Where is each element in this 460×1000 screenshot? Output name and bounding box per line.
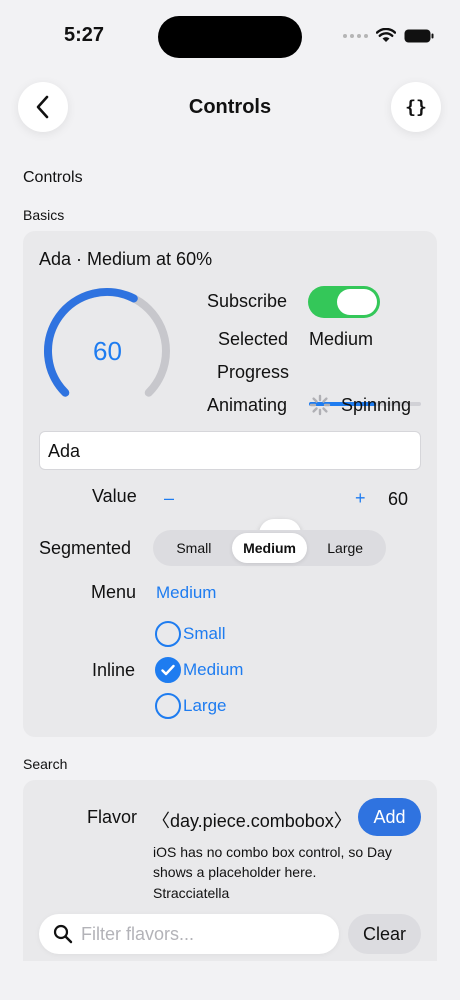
slider-minus-button[interactable]: –	[164, 488, 174, 509]
status-time: 5:27	[64, 24, 105, 46]
toggle-knob	[337, 289, 377, 315]
code-button[interactable]: {}	[391, 82, 441, 132]
inline-option-label: Small	[183, 624, 226, 643]
filter-placeholder: Filter flavors...	[81, 923, 195, 944]
subscribe-label: Subscribe	[207, 291, 288, 311]
segmented-label: Segmented	[39, 538, 132, 558]
menu-label: Menu	[91, 582, 137, 602]
animating-value: Spinning	[341, 395, 412, 415]
wifi-icon	[376, 28, 396, 42]
spinner-icon	[309, 394, 331, 416]
checkmark-circle-icon	[155, 657, 181, 683]
radio-unchecked-icon	[155, 621, 181, 647]
radio-unchecked-icon	[155, 693, 181, 719]
menu-button[interactable]: Medium	[156, 583, 216, 603]
flavor-label: Flavor	[87, 807, 138, 827]
subscribe-toggle[interactable]	[308, 286, 380, 318]
inline-option-large[interactable]: Large	[155, 693, 226, 719]
summary-text: Ada · Medium at 60%	[39, 249, 213, 269]
inline-option-label: Medium	[183, 660, 244, 679]
value-label: Value	[92, 486, 137, 506]
combobox-placeholder: 〈day.piece.combobox〉	[152, 811, 352, 831]
segment-medium[interactable]: Medium	[231, 533, 308, 563]
dynamic-island	[158, 16, 302, 58]
filter-search-field[interactable]: Filter flavors...	[39, 914, 339, 954]
status-indicators	[343, 28, 434, 43]
braces-icon: {}	[405, 96, 427, 118]
slider-plus-button[interactable]: +	[355, 488, 366, 509]
name-field[interactable]: Ada	[39, 431, 421, 470]
search-icon	[53, 924, 73, 944]
slider-value: 60	[388, 489, 409, 509]
progress-label: Progress	[217, 362, 290, 382]
segment-large[interactable]: Large	[307, 533, 383, 563]
animating-label: Animating	[207, 395, 288, 415]
page-heading: Controls	[23, 169, 83, 186]
segment-small[interactable]: Small	[156, 533, 232, 563]
selected-value: Medium	[309, 329, 374, 349]
cellular-signal-icon	[343, 33, 368, 38]
add-button[interactable]: Add	[358, 798, 421, 836]
selected-label: Selected	[218, 329, 289, 349]
clear-button[interactable]: Clear	[348, 914, 421, 954]
battery-icon	[404, 29, 434, 42]
combobox-note: iOS has no combo box control, so Day sho…	[153, 844, 392, 880]
flavor-item: Stracciatella	[153, 885, 230, 901]
search-section-label: Search	[23, 756, 68, 772]
gauge-value: 60	[93, 336, 122, 366]
basics-section-label: Basics	[23, 207, 65, 223]
inline-option-medium[interactable]: Medium	[155, 657, 243, 683]
inline-option-small[interactable]: Small	[155, 621, 226, 647]
segmented-control: Small Medium Large	[153, 530, 386, 566]
inline-label: Inline	[92, 660, 136, 680]
inline-option-label: Large	[183, 696, 227, 715]
